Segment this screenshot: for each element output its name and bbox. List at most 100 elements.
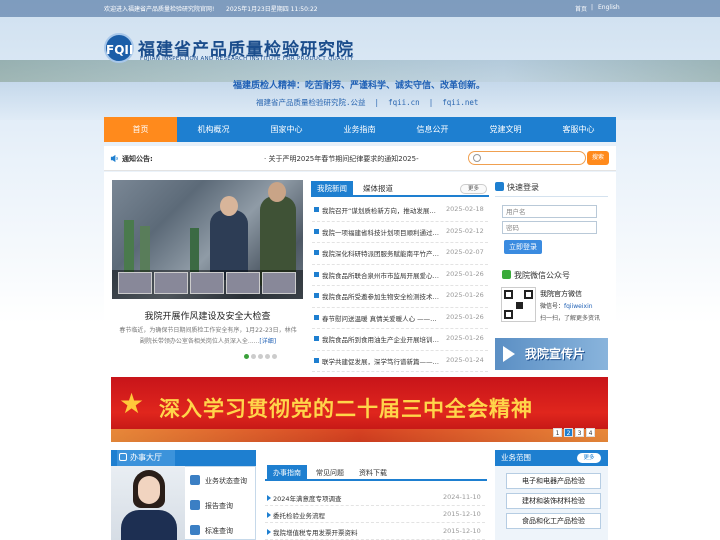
theme-banner[interactable]: ★ 深入学习贯彻党的二十届三中全会精神	[111, 377, 608, 442]
news-title[interactable]: 我院召开“谋划质检新方向，推动发展…	[322, 205, 442, 215]
service-status-query[interactable]: 业务状态查询	[190, 471, 256, 491]
slogan: 福建质检人精神：吃苦耐劳、严谨科学、诚实守信、改革创新。	[233, 81, 486, 91]
tab-guide[interactable]: 办事指南	[267, 465, 307, 481]
list-item[interactable]: 我院食品所受邀参加生物安全检测技术… 2025-01-26	[312, 286, 488, 308]
service-label: 报告查询	[205, 502, 233, 510]
banner-page-3[interactable]: 3	[575, 428, 584, 437]
slide-more-link[interactable]: [详细]	[259, 338, 276, 345]
guide-list: 2024年满意度专项调查 2024-11-10 委托检验业务流程 2015-12-1…	[265, 489, 485, 540]
tab-institute-news[interactable]: 我院新闻	[311, 181, 353, 197]
nav-item-disclosure[interactable]: 信息公开	[396, 117, 469, 142]
list-item[interactable]: 春节慰问送温暖 真情关爱暖人心 ——… 2025-01-26	[312, 308, 488, 329]
slide-photo[interactable]	[112, 180, 303, 299]
top-separator: |	[591, 4, 594, 11]
english-link[interactable]: English	[598, 4, 620, 11]
list-item[interactable]: 我院食品所联合泉州市市监局开展爱心… 2025-01-26	[312, 265, 488, 286]
service-standard-query[interactable]: 标准查询	[190, 521, 256, 540]
date-time: 2025年1月23日星期四 11:50:22	[226, 6, 318, 13]
slide-thumbnail[interactable]	[190, 272, 224, 294]
news-title[interactable]: 春节慰问送温暖 真情关爱暖人心 ——…	[322, 313, 442, 323]
banner-text: 深入学习贯彻党的二十届三中全会精神	[159, 396, 533, 421]
list-item[interactable]: 2024年满意度专项调查 2024-11-10	[265, 489, 485, 506]
nav-item-about[interactable]: 机构概况	[177, 117, 250, 142]
wechat-name: 我院官方微信	[540, 290, 582, 298]
guide-title[interactable]: 委托检验业务流程	[273, 510, 325, 520]
list-item[interactable]: 我院食品所到食用油生产企业开展培训… 2025-01-26	[312, 329, 488, 351]
guide-title[interactable]: 我院增值税专用发票开票资料	[273, 527, 358, 537]
news-title[interactable]: 我院一项福建省科技计划项目顺利通过…	[322, 227, 442, 237]
username-field[interactable]: 用户名	[502, 205, 597, 218]
service-report-query[interactable]: 报告查询	[190, 496, 256, 516]
tab-faq[interactable]: 常见问题	[310, 465, 350, 481]
news-date: 2025-01-26	[446, 291, 484, 299]
slide-thumbnail[interactable]	[118, 272, 152, 294]
nav-item-business-guide[interactable]: 业务指南	[323, 117, 396, 142]
service-hall-header: 办事大厅	[111, 450, 256, 466]
list-item[interactable]: 我院一项福建省科技计划项目顺利通过… 2025-02-12	[312, 222, 488, 243]
bullet-icon	[314, 207, 319, 212]
person-head	[268, 182, 286, 202]
slide-caption[interactable]: 我院开展作风建设及安全大检查	[112, 309, 303, 322]
home-link[interactable]: 首页	[575, 4, 587, 13]
nav-item-party[interactable]: 党建文明	[469, 117, 542, 142]
scope-food-chemical[interactable]: 食品和化工产品检验	[506, 513, 601, 529]
list-item[interactable]: 我院增值税专用发票开票资料 2015-12-10	[265, 523, 485, 540]
scope-more-button[interactable]: 更多	[577, 453, 601, 463]
notice-label: 通知公告:	[122, 155, 153, 163]
news-title[interactable]: 联学共建促发展，深学笃行谱新篇——…	[322, 356, 442, 366]
news-title[interactable]: 我院食品所到食用油生产企业开展培训…	[322, 334, 442, 344]
notice-item[interactable]: · 关于严明2025年春节期间纪律要求的通知2025-	[264, 154, 419, 164]
news-date: 2025-02-12	[446, 226, 484, 235]
slide-thumbnail[interactable]	[226, 272, 260, 294]
password-field[interactable]: 密码	[502, 221, 597, 234]
scope-building-materials[interactable]: 建材和装饰材料检验	[506, 493, 601, 509]
slide-thumbnail[interactable]	[154, 272, 188, 294]
scope-header: 业务范围 更多	[495, 450, 608, 466]
slide-dot[interactable]	[265, 354, 270, 359]
banner-page-4[interactable]: 4	[586, 428, 595, 437]
service-label: 标准查询	[205, 527, 233, 535]
notice-bar: 通知公告: · 关于严明2025年春节期间纪律要求的通知2025- 搜索	[104, 146, 616, 171]
news-more-button[interactable]: 更多	[460, 184, 487, 194]
nav-item-service-center[interactable]: 客服中心	[542, 117, 615, 142]
arrow-icon	[267, 529, 271, 535]
promo-text: 我院宣传片	[525, 347, 586, 361]
slide-dot[interactable]	[272, 354, 277, 359]
slide-dot[interactable]	[251, 354, 256, 359]
service-hall-title: 办事大厅	[119, 450, 162, 466]
news-title[interactable]: 我院食品所联合泉州市市监局开展爱心…	[322, 270, 442, 280]
guide-title[interactable]: 2024年满意度专项调查	[273, 493, 342, 503]
slide-thumbnail[interactable]	[262, 272, 296, 294]
banner-page-1[interactable]: 1	[553, 428, 562, 437]
nav-item-home[interactable]: 首页	[104, 117, 177, 142]
list-item[interactable]: 我院召开“谋划质检新方向，推动发展… 2025-02-18	[312, 200, 488, 222]
top-bar: 欢迎进入福建省产品质量检验研究院官网! 2025年1月23日星期四 11:50:…	[0, 0, 720, 17]
nav-item-national-center[interactable]: 国家中心	[250, 117, 323, 142]
news-date: 2025-02-18	[446, 205, 484, 213]
slide-dot[interactable]	[244, 354, 249, 359]
wechat-hint: 扫一扫，了解更多资讯	[540, 315, 601, 322]
list-item[interactable]: 我院深化科研特派团服务赋能南平竹产… 2025-02-07	[312, 243, 488, 265]
tab-media-reports[interactable]: 媒体报道	[357, 181, 399, 197]
list-item[interactable]: 委托检验业务流程 2015-12-10	[265, 506, 485, 523]
search-button[interactable]: 搜索	[587, 151, 609, 165]
news-title[interactable]: 我院深化科研特派团服务赋能南平竹产…	[322, 248, 442, 258]
bullet-icon	[314, 271, 319, 277]
tab-downloads[interactable]: 资料下载	[353, 465, 393, 481]
site-logo[interactable]: FQII	[104, 33, 134, 63]
qr-marker	[504, 290, 513, 299]
login-button[interactable]: 立即登录	[504, 240, 542, 254]
bullet-icon	[314, 293, 319, 298]
news-title[interactable]: 我院食品所受邀参加生物安全检测技术…	[322, 291, 442, 301]
login-header: 快速登录	[495, 182, 539, 193]
bullet-icon	[314, 250, 319, 255]
slide-dot[interactable]	[258, 354, 263, 359]
banner-page-2[interactable]: 2	[564, 428, 573, 437]
star-icon: ★	[119, 387, 145, 420]
promo-video-banner[interactable]: 我院宣传片	[495, 338, 608, 370]
search-input[interactable]	[468, 151, 586, 165]
guide-date: 2015-12-10	[443, 510, 481, 518]
list-item[interactable]: 联学共建促发展，深学笃行谱新篇——… 2025-01-24	[312, 351, 488, 372]
scope-electronics[interactable]: 电子和电器产品检验	[506, 473, 601, 489]
person-head	[220, 196, 238, 216]
